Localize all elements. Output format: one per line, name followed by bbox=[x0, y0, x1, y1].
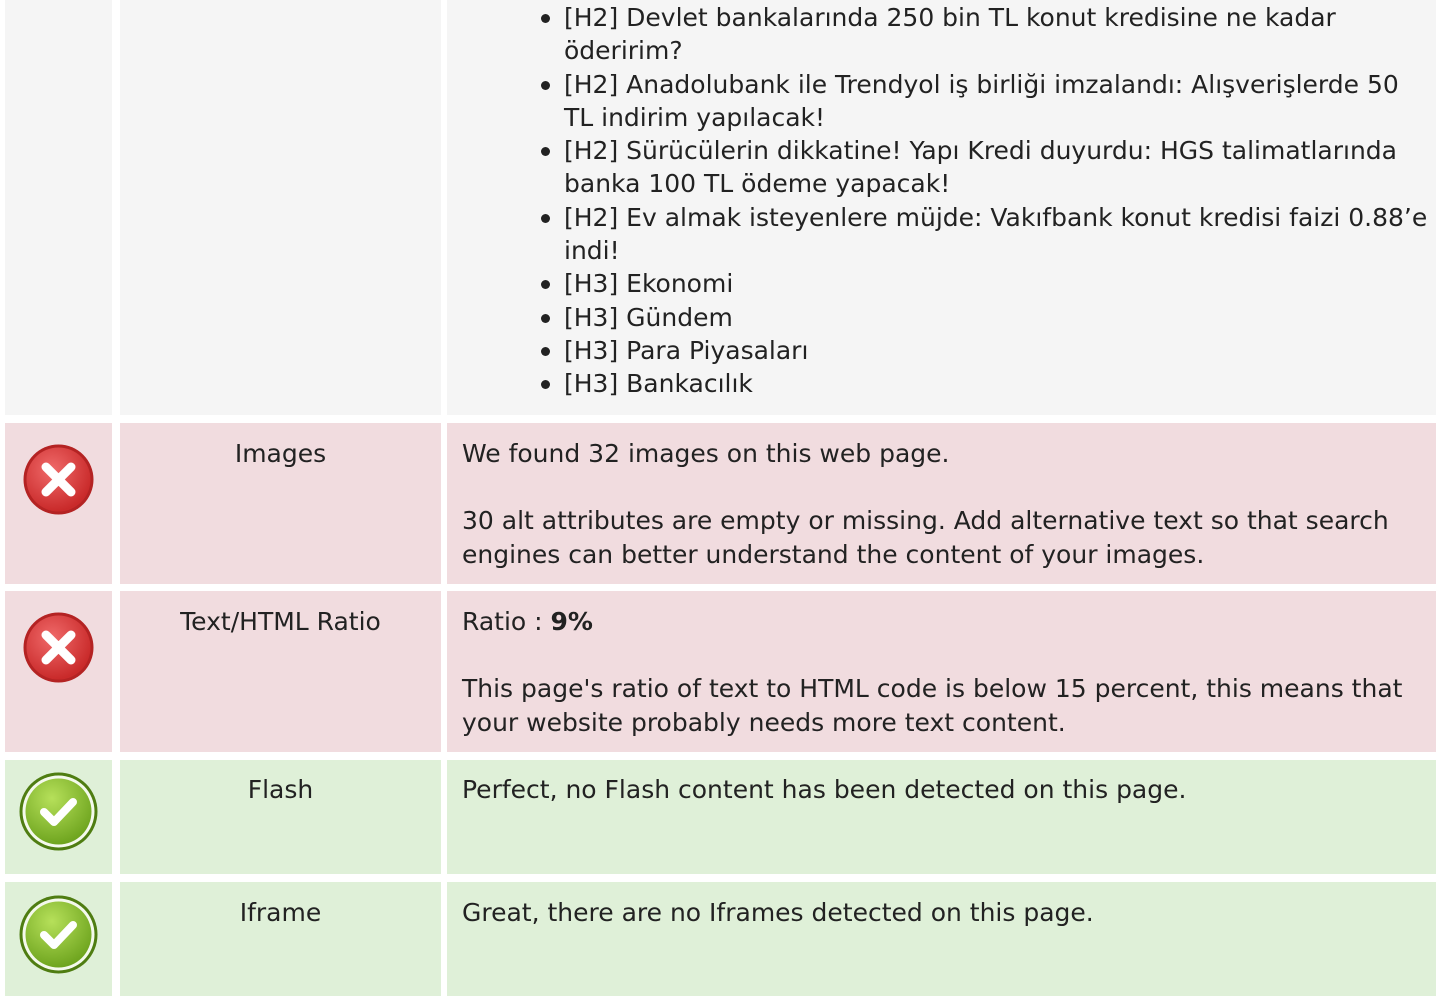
headings-label-cell bbox=[120, 0, 441, 415]
heading-list-item: [H2] Sürücülerin dikkatine! Yapı Kredi d… bbox=[541, 134, 1428, 201]
iframe-result-text: Great, there are no Iframes detected on … bbox=[462, 898, 1094, 927]
heading-list-item: [H3] Ekonomi bbox=[541, 267, 1428, 300]
ratio-label-cell: Text/HTML Ratio bbox=[120, 591, 441, 752]
ratio-label: Text/HTML Ratio bbox=[180, 607, 381, 636]
images-status-cell bbox=[5, 423, 112, 584]
flash-result-text: Perfect, no Flash content has been detec… bbox=[462, 775, 1187, 804]
iframe-label-cell: Iframe bbox=[120, 882, 441, 996]
heading-list-item: [H2] Anadolubank ile Trendyol iş birliği… bbox=[541, 68, 1428, 135]
iframe-description: Great, there are no Iframes detected on … bbox=[462, 896, 1429, 930]
ratio-description: Ratio : 9% This page's ratio of text to … bbox=[462, 605, 1429, 739]
ratio-value-line: Ratio : 9% bbox=[462, 605, 1429, 639]
ratio-value: 9% bbox=[550, 607, 593, 636]
images-description: We found 32 images on this web page. 30 … bbox=[462, 437, 1429, 571]
images-alt-text: 30 alt attributes are empty or missing. … bbox=[462, 506, 1389, 569]
images-count-text: We found 32 images on this web page. bbox=[462, 439, 950, 468]
heading-list-item: [H3] Bankacılık bbox=[541, 367, 1428, 400]
headings-status-cell bbox=[5, 0, 112, 415]
heading-list-item: [H2] Ev almak isteyenlere müjde: Vakıfba… bbox=[541, 201, 1428, 268]
heading-list-item: [H2] Devlet bankalarında 250 bin TL konu… bbox=[541, 1, 1428, 68]
x-circle-icon bbox=[23, 444, 94, 515]
check-circle-icon bbox=[19, 772, 98, 851]
images-label: Images bbox=[234, 439, 327, 468]
flash-description: Perfect, no Flash content has been detec… bbox=[462, 773, 1429, 807]
ratio-prefix: Ratio : bbox=[462, 607, 551, 636]
check-circle-icon bbox=[19, 895, 98, 974]
ratio-advice-text: This page's ratio of text to HTML code i… bbox=[462, 674, 1403, 737]
ratio-status-cell bbox=[5, 591, 112, 752]
flash-label-cell: Flash bbox=[120, 760, 441, 874]
flash-status-cell bbox=[5, 760, 112, 874]
seo-report-page: [H2] Devlet bankalarında 250 bin TL konu… bbox=[0, 0, 1447, 996]
heading-list-item: [H3] Gündem bbox=[541, 301, 1428, 334]
flash-label: Flash bbox=[247, 775, 314, 804]
headings-list: [H2] Devlet bankalarında 250 bin TL konu… bbox=[541, 1, 1428, 401]
iframe-status-cell bbox=[5, 882, 112, 996]
x-circle-icon bbox=[23, 612, 94, 683]
iframe-label: Iframe bbox=[239, 898, 322, 927]
heading-list-item: [H3] Para Piyasaları bbox=[541, 334, 1428, 367]
images-label-cell: Images bbox=[120, 423, 441, 584]
